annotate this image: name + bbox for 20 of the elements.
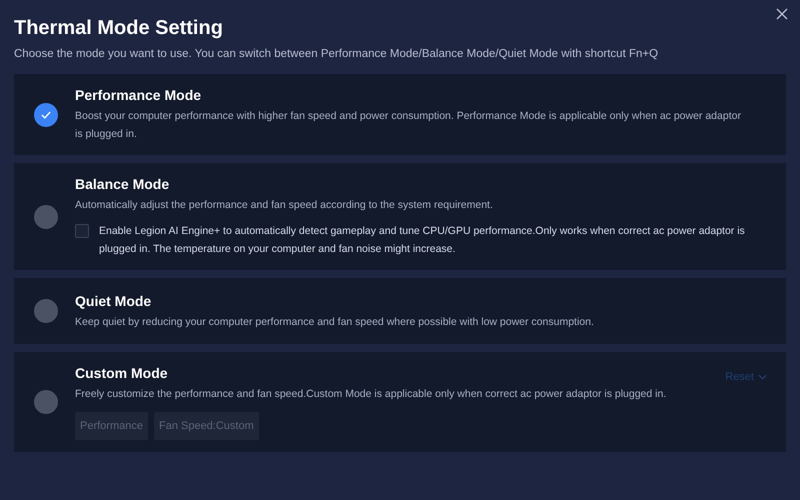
mode-title: Quiet Mode: [75, 292, 152, 310]
mode-card[interactable]: Custom Mode Freely customize the performance and fan speed.Custom Mode is applicable only when correct ac power adaptor is plugged in. Performance Fan Speed:Custom Reset: [14, 352, 786, 452]
setting-chip: Performance: [75, 412, 148, 440]
mode-card[interactable]: [14, 163, 786, 270]
option-label: Enable Legion AI Engine+ to automatically detect gameplay and tune CPU/GPU performance.Only works when correct ac power adaptor is plugged in. The temperature on your computer and fan noise might increase.: [99, 224, 746, 257]
mode-description: Boost your computer performance with higher fan speed and power consumption. Performance Mode is applicable only when ac power adaptor is plugged in.: [75, 109, 742, 142]
mode-description: Keep quiet by reducing your computer performance and fan speed where possible with low power consumption.: [75, 314, 595, 330]
mode-description: Freely customize the performance and fan speed.Custom Mode is applicable only when correct ac power adaptor is plugged in.: [75, 387, 668, 402]
mode-description: Automatically adjust the performance and fan speed according to the system requirement.: [75, 198, 494, 213]
mode-title: Performance Mode: [75, 86, 202, 104]
setting-chip: Fan Speed:Custom: [154, 412, 259, 440]
checkbox[interactable]: [75, 224, 89, 238]
close-button[interactable]: [774, 6, 790, 22]
window-title: Thermal Mode Setting: [14, 16, 224, 40]
mode-card[interactable]: Quiet Mode Keep quiet by reducing your computer performance and fan speed where possible with low power consumption.: [14, 278, 786, 344]
mode-title: Balance Mode: [75, 175, 170, 193]
mode-title: Custom Mode: [75, 364, 168, 382]
chevron-down-icon: [758, 374, 767, 380]
subtitle: Choose the mode you want to use. You can switch between Performance Mode/Balance Mode/Quiet Mode with shortcut Fn+Q: [14, 47, 660, 62]
mode-card[interactable]: Performance Mode Boost your computer performance with higher fan speed and power consumption. Performance Mode is applicable only when ac power adaptor is plugged in.: [14, 74, 786, 155]
